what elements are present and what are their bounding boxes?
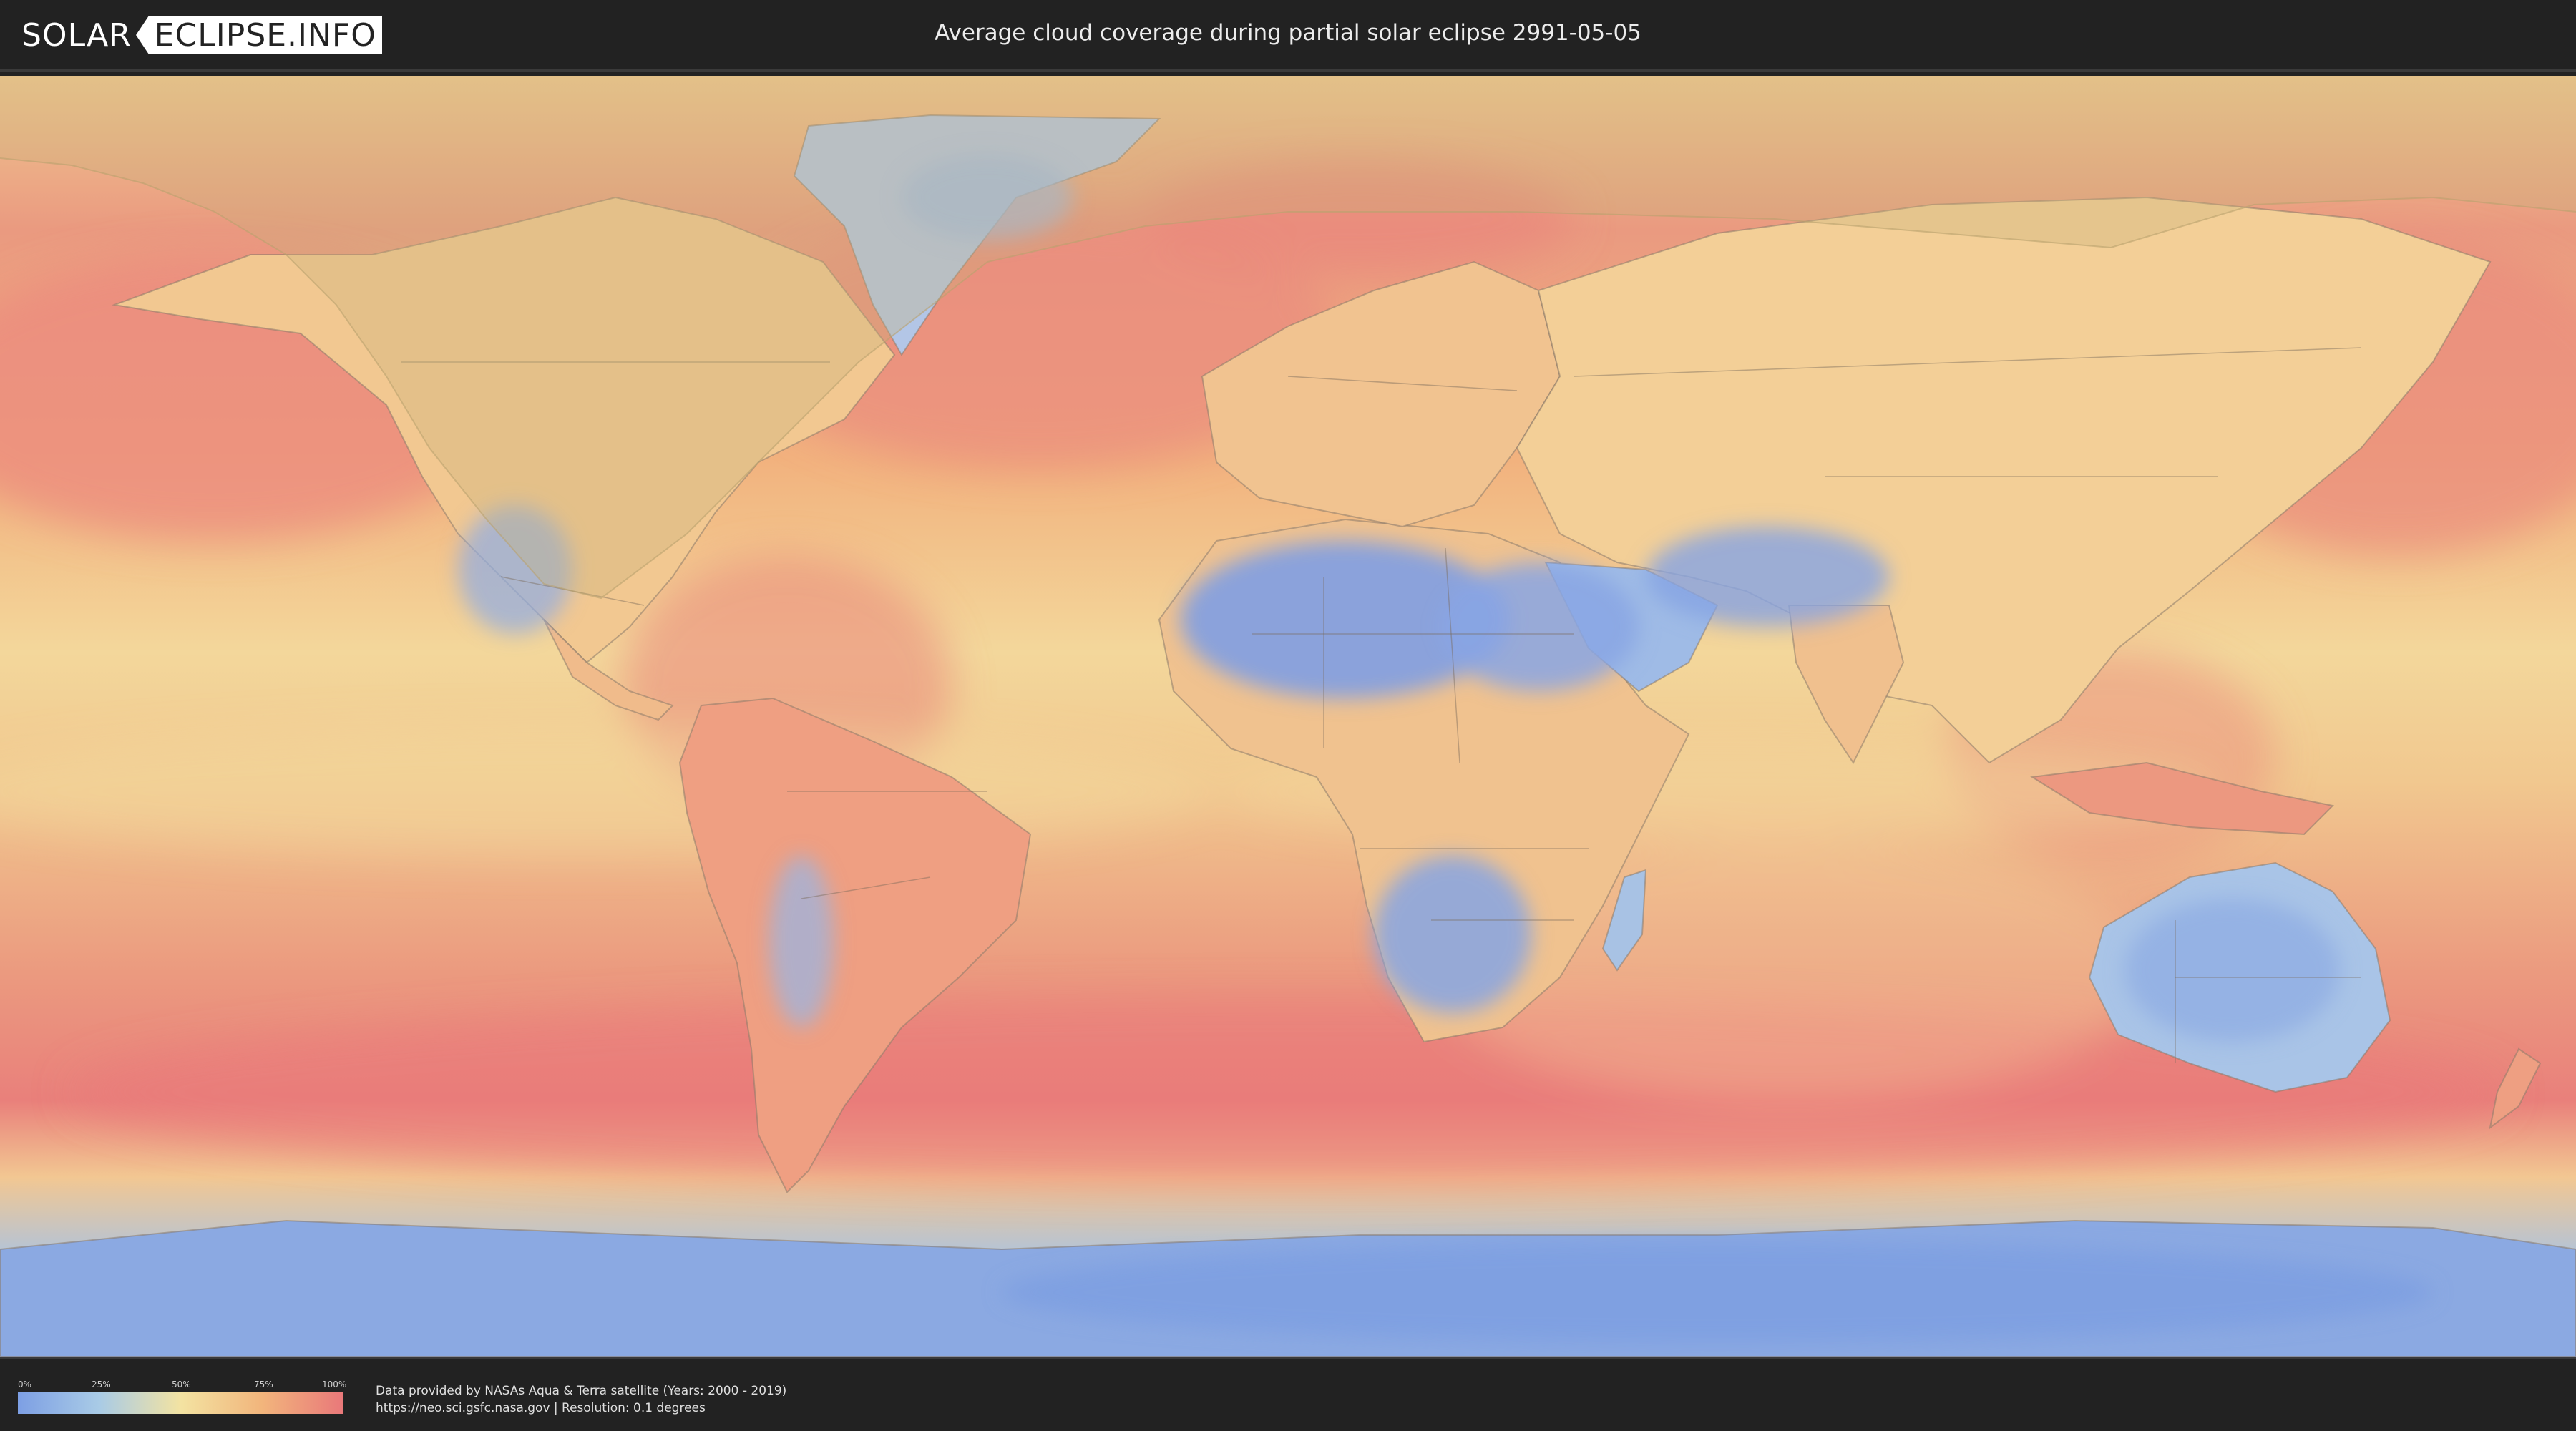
legend-tick-0: 0% bbox=[18, 1379, 32, 1390]
header-bar: SOLAR ECLIPSE.INFO Average cloud coverag… bbox=[0, 0, 2576, 72]
cloud-coverage-map[interactable] bbox=[0, 76, 2576, 1357]
world-map-svg bbox=[0, 76, 2576, 1357]
legend-ticks: 0% 25% 50% 75% 100% bbox=[18, 1379, 347, 1391]
legend-tick-50: 50% bbox=[172, 1379, 191, 1390]
footer-bar: 0% 25% 50% 75% 100% Data provided by NAS… bbox=[0, 1357, 2576, 1431]
legend-color-scale bbox=[18, 1392, 343, 1414]
source-line: https://neo.sci.gsfc.nasa.gov | Resoluti… bbox=[376, 1401, 706, 1415]
legend-tick-100: 100% bbox=[322, 1379, 347, 1390]
credit-line: Data provided by NASAs Aqua & Terra sate… bbox=[376, 1384, 787, 1398]
data-credits: Data provided by NASAs Aqua & Terra sate… bbox=[376, 1382, 786, 1417]
cloud-coverage-legend: 0% 25% 50% 75% 100% bbox=[18, 1379, 347, 1414]
legend-tick-75: 75% bbox=[254, 1379, 273, 1390]
page-title: Average cloud coverage during partial so… bbox=[935, 20, 1641, 46]
legend-tick-25: 25% bbox=[92, 1379, 111, 1390]
